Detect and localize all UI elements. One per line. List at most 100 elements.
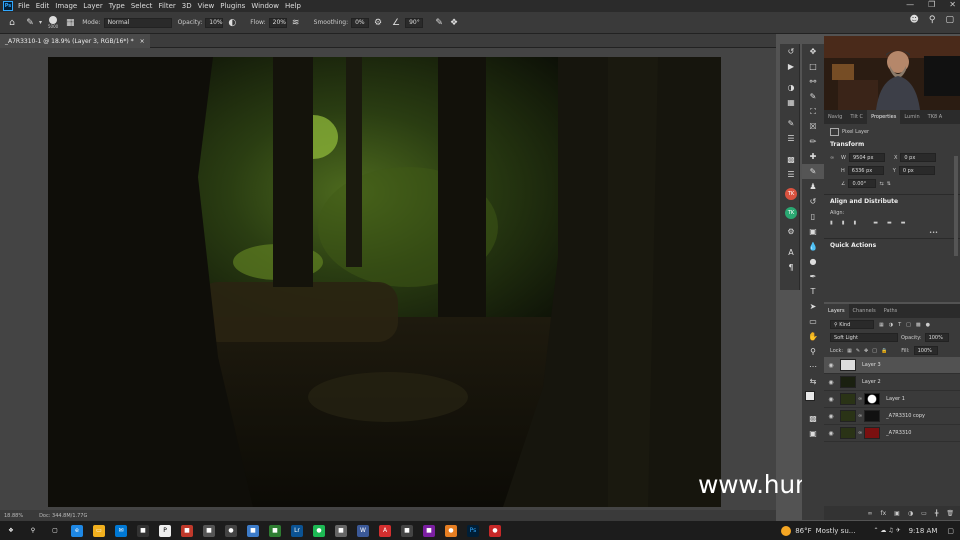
transform-section-title[interactable]: Transform: [824, 138, 960, 151]
airbrush-icon[interactable]: ≋: [290, 17, 302, 29]
pressure-opacity-icon[interactable]: ◐: [226, 17, 238, 29]
eyedropper-tool-icon[interactable]: ✏: [802, 134, 824, 149]
file-explorer-icon[interactable]: ▭: [93, 524, 105, 537]
edge-icon[interactable]: e: [71, 524, 83, 537]
menu-select[interactable]: Select: [131, 2, 153, 10]
eraser-tool-icon[interactable]: ▯: [802, 209, 824, 224]
app-globe-icon[interactable]: ●: [225, 524, 237, 537]
menu-layer[interactable]: Layer: [83, 2, 103, 10]
menu-file[interactable]: File: [18, 2, 30, 10]
crop-tool-icon[interactable]: ⛶: [802, 104, 824, 119]
pressure-size-icon[interactable]: ✎: [433, 17, 445, 29]
delete-layer-icon[interactable]: 🗑: [946, 510, 954, 517]
menu-3d[interactable]: 3D: [182, 2, 192, 10]
filter-shape-icon[interactable]: □: [906, 322, 911, 328]
actions-icon[interactable]: ▶: [780, 59, 802, 74]
spotify-icon[interactable]: ●: [313, 524, 325, 537]
tray-icons[interactable]: ⌃ ☁ ♫ ✈: [873, 527, 900, 534]
align-left-icon[interactable]: ▮: [830, 220, 833, 226]
angle-field[interactable]: 90°: [405, 17, 424, 28]
layer-row[interactable]: ◉ Layer 2: [824, 374, 960, 391]
share-icon[interactable]: ☻: [910, 15, 919, 25]
lock-pixels-icon[interactable]: ✎: [856, 348, 860, 354]
notifications-icon[interactable]: ▢: [947, 527, 954, 535]
hand-tool-icon[interactable]: ✋: [802, 329, 824, 344]
new-adjustment-icon[interactable]: ◑: [908, 510, 913, 517]
app-doc-icon[interactable]: ■: [335, 524, 347, 537]
visibility-eye-icon[interactable]: ◉: [824, 396, 838, 403]
tab-tk8[interactable]: TK8 A: [924, 110, 947, 124]
flip-horizontal-icon[interactable]: ⇆: [879, 181, 883, 187]
flip-vertical-icon[interactable]: ⇅: [887, 181, 891, 187]
filter-toggle-icon[interactable]: ●: [926, 322, 930, 328]
filter-type-icon[interactable]: T: [898, 322, 901, 328]
kind-filter-select[interactable]: ⚲ Kind: [830, 320, 874, 329]
layer-comps-icon[interactable]: ☰: [780, 167, 802, 182]
brush-preset-icon[interactable]: [49, 16, 58, 24]
visibility-eye-icon[interactable]: ◉: [824, 379, 838, 386]
capture-one-icon[interactable]: ■: [137, 524, 149, 537]
app-record-icon[interactable]: ●: [489, 524, 501, 537]
marquee-tool-icon[interactable]: □: [802, 59, 824, 74]
fill-field[interactable]: 100%: [913, 346, 938, 355]
chevron-down-icon[interactable]: ▾: [39, 19, 42, 26]
menu-plugins[interactable]: Plugins: [220, 2, 245, 10]
layer-row[interactable]: ◉ ∞ Layer 1: [824, 391, 960, 408]
brushes-icon[interactable]: ✎: [780, 116, 802, 131]
properties-scrollbar[interactable]: [954, 156, 958, 256]
app-green-icon[interactable]: ■: [269, 524, 281, 537]
task-view-icon[interactable]: ▢: [49, 525, 61, 537]
app-blue-icon[interactable]: ■: [247, 524, 259, 537]
quick-select-tool-icon[interactable]: ✎: [802, 89, 824, 104]
lock-position-icon[interactable]: ✥: [864, 348, 868, 354]
visibility-eye-icon[interactable]: ◉: [824, 362, 838, 369]
paragraph-icon[interactable]: ¶: [780, 260, 802, 275]
smoothing-field[interactable]: 0%: [351, 17, 370, 28]
clock[interactable]: 9:18 AM: [909, 527, 938, 535]
opacity-field[interactable]: 10%: [205, 17, 224, 28]
tab-paths[interactable]: Paths: [880, 304, 902, 318]
align-section-title[interactable]: Align and Distribute: [824, 194, 960, 208]
app-orange-icon[interactable]: ●: [445, 524, 457, 537]
new-layer-icon[interactable]: ╋: [935, 510, 939, 517]
windows-start-icon[interactable]: ❖: [5, 525, 17, 537]
menu-filter[interactable]: Filter: [158, 2, 175, 10]
link-layers-icon[interactable]: ∞: [867, 510, 872, 517]
lock-transparent-icon[interactable]: ▦: [847, 348, 852, 354]
tab-lumin[interactable]: Lumin: [900, 110, 923, 124]
visibility-eye-icon[interactable]: ◉: [824, 430, 838, 437]
history-icon[interactable]: ↺: [780, 44, 802, 59]
x-field[interactable]: 0 px: [900, 153, 937, 162]
height-field[interactable]: 6336 px: [847, 166, 884, 175]
shape-tool-icon[interactable]: ▭: [802, 314, 824, 329]
properties-icon[interactable]: ⚙: [780, 224, 802, 239]
brush-tool-icon[interactable]: ✎: [24, 17, 36, 29]
layer-style-icon[interactable]: fx: [880, 510, 886, 517]
align-vcenter-icon[interactable]: ▬: [887, 220, 892, 226]
weather-icon[interactable]: [781, 525, 792, 536]
app-purple-icon[interactable]: ■: [423, 524, 435, 537]
character-icon[interactable]: A: [780, 245, 802, 260]
new-group-icon[interactable]: ▭: [921, 510, 927, 517]
search-icon[interactable]: ⚲: [27, 525, 39, 537]
search-icon[interactable]: ⚲: [929, 15, 936, 25]
app-lr-icon[interactable]: Lr: [291, 524, 303, 537]
add-mask-icon[interactable]: ▣: [894, 510, 900, 517]
close-icon[interactable]: ✕: [949, 0, 956, 9]
swap-colors-icon[interactable]: ⇆: [802, 374, 824, 389]
home-icon[interactable]: ⌂: [6, 17, 18, 29]
workspace-icon[interactable]: ▢: [945, 15, 954, 25]
menu-edit[interactable]: Edit: [36, 2, 50, 10]
gradient-tool-icon[interactable]: ▣: [802, 224, 824, 239]
tab-layers[interactable]: Layers: [824, 304, 849, 318]
menu-type[interactable]: Type: [109, 2, 125, 10]
dodge-tool-icon[interactable]: ●: [802, 254, 824, 269]
filter-smart-icon[interactable]: ▩: [916, 322, 921, 328]
quick-mask-icon[interactable]: ▩: [802, 411, 824, 426]
forest-photo-canvas[interactable]: [48, 57, 721, 507]
filter-pixel-icon[interactable]: ▦: [879, 322, 884, 328]
type-tool-icon[interactable]: T: [802, 284, 824, 299]
libraries-icon[interactable]: ▦: [780, 95, 802, 110]
brush-tool-icon[interactable]: ✎: [802, 164, 824, 179]
app-gray-icon[interactable]: ■: [203, 524, 215, 537]
